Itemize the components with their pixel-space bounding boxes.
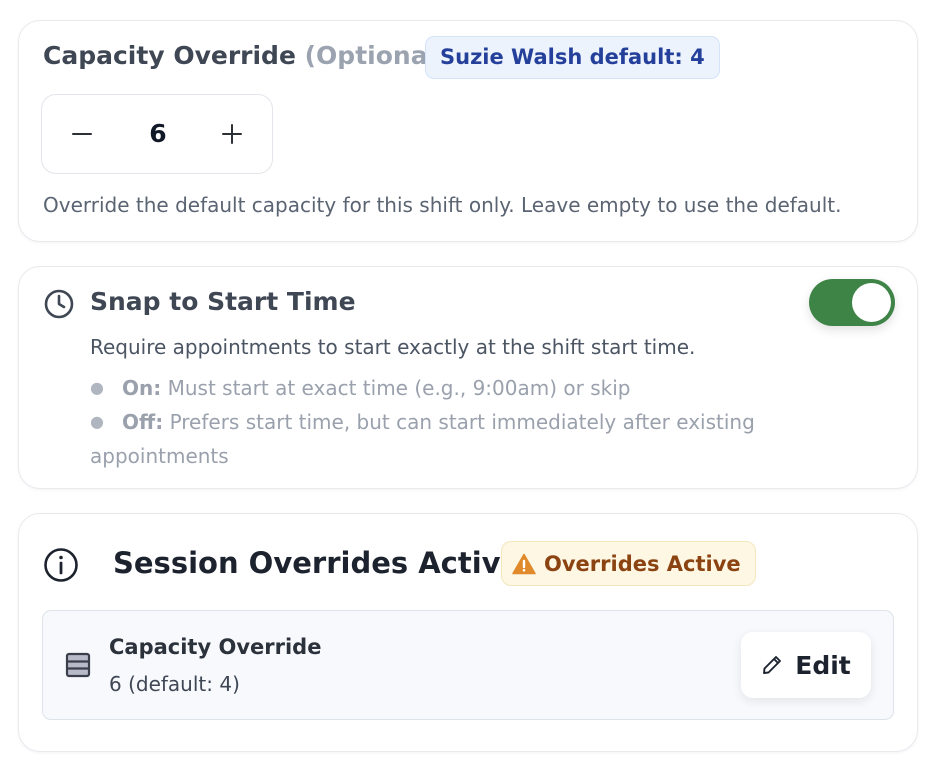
toggle-knob [852,283,891,322]
on-label: On: [122,376,162,400]
snap-toggle[interactable] [809,279,895,326]
info-icon [44,548,78,582]
list-icon [65,652,91,678]
capacity-help-text: Override the default capacity for this s… [43,193,842,217]
override-item-value: 6 (default: 4) [109,672,240,696]
edit-button[interactable]: Edit [741,632,871,698]
bullet-icon: ● [90,378,104,397]
overrides-active-label: Overrides Active [544,551,741,576]
clock-icon [44,289,74,319]
capacity-override-card: Capacity Override (Optional) Suzie Walsh… [18,20,918,242]
capacity-override-label: Capacity Override [43,41,296,70]
bullet-icon: ● [90,412,104,431]
capacity-value-input[interactable]: 6 [112,95,204,173]
overrides-active-badge: Overrides Active [501,541,756,586]
snap-description: Require appointments to start exactly at… [90,335,696,359]
off-text-continued: appointments [90,444,229,468]
snap-off-item: ● Off: Prefers start time, but can start… [90,405,810,473]
snap-title: Snap to Start Time [90,287,356,316]
override-item: Capacity Override 6 (default: 4) Edit [42,610,894,720]
warning-icon [512,553,536,574]
off-label: Off: [122,410,164,434]
increment-button[interactable] [202,95,262,173]
minus-icon [72,133,92,135]
snap-options-list: ● On: Must start at exact time (e.g., 9:… [90,371,810,473]
session-overrides-title: Session Overrides Active: [113,546,532,580]
capacity-stepper: 6 [41,94,273,174]
session-overrides-card: Session Overrides Active: Overrides Acti… [18,513,918,752]
capacity-override-title: Capacity Override (Optional) [43,41,448,70]
plus-icon [222,124,242,144]
snap-on-item: ● On: Must start at exact time (e.g., 9:… [90,371,810,405]
edit-label: Edit [795,650,851,680]
on-text: Must start at exact time (e.g., 9:00am) … [167,376,631,400]
override-item-title: Capacity Override [109,635,322,659]
decrement-button[interactable] [52,95,112,173]
snap-to-start-card: Snap to Start Time Require appointments … [18,266,918,489]
default-capacity-badge: Suzie Walsh default: 4 [425,36,720,79]
off-text: Prefers start time, but can start immedi… [169,410,755,434]
pencil-icon [763,656,782,674]
